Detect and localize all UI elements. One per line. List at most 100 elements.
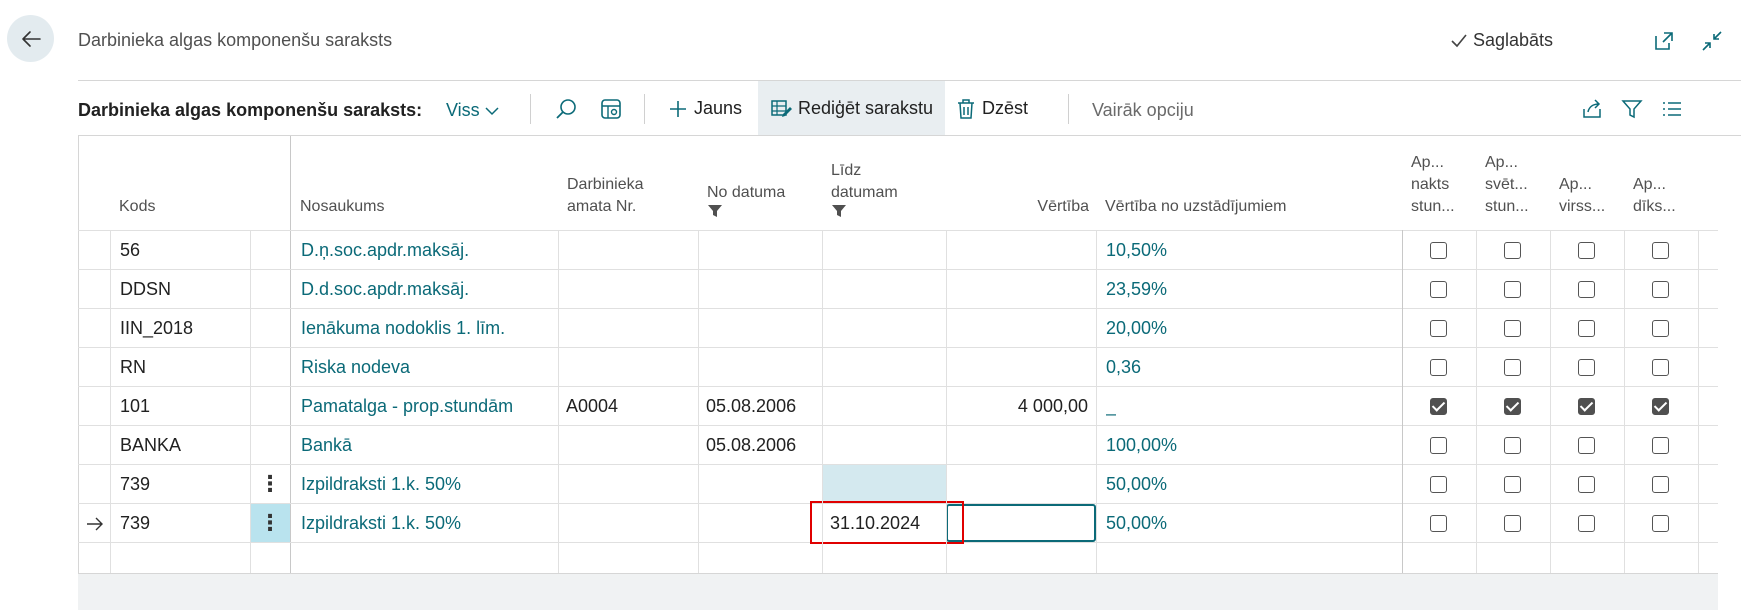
cell-nosaukums[interactable]: Izpildraksti 1.k. 50% (301, 465, 461, 503)
checkbox-ap-nakts[interactable] (1430, 437, 1447, 454)
table-row[interactable]: DDSN D.d.soc.apdr.maksāj. 23,59% (78, 269, 1718, 308)
cell-nosaukums[interactable]: D.ņ.soc.apdr.maksāj. (301, 231, 469, 269)
cell-vertiba-no[interactable]: 23,59% (1106, 270, 1167, 308)
delete-button[interactable]: Dzēst (944, 81, 1040, 136)
new-button-label: Jauns (694, 98, 743, 118)
checkbox-ap-svet[interactable] (1504, 476, 1521, 493)
checkbox-ap-diks[interactable] (1652, 242, 1669, 259)
checkbox-ap-svet[interactable] (1504, 398, 1521, 415)
cell-kods[interactable]: 56 (120, 231, 140, 269)
checkbox-ap-nakts[interactable] (1430, 242, 1447, 259)
column-header-nosaukums[interactable]: Nosaukums (292, 136, 557, 230)
checkbox-ap-nakts[interactable] (1430, 320, 1447, 337)
column-header-ap-svet[interactable]: Ap... svēt... stun... (1477, 136, 1551, 230)
cell-kods[interactable]: 739 (120, 504, 150, 542)
checkbox-ap-virss[interactable] (1578, 281, 1595, 298)
checkbox-ap-virss[interactable] (1578, 320, 1595, 337)
delete-label: Dzēst (982, 98, 1029, 118)
checkbox-ap-diks[interactable] (1652, 437, 1669, 454)
cell-vertiba-no[interactable]: 0,36 (1106, 348, 1141, 386)
checkbox-ap-svet[interactable] (1504, 359, 1521, 376)
checkbox-ap-diks[interactable] (1652, 359, 1669, 376)
checkbox-ap-nakts[interactable] (1430, 398, 1447, 415)
checkbox-ap-svet[interactable] (1504, 242, 1521, 259)
column-header-no-datuma[interactable]: No datuma (699, 136, 823, 230)
column-header-kods[interactable]: Kods (111, 136, 237, 230)
checkbox-ap-diks[interactable] (1652, 515, 1669, 532)
share-icon[interactable] (1578, 95, 1606, 123)
checkbox-ap-diks[interactable] (1652, 476, 1669, 493)
collapse-icon[interactable] (1699, 28, 1725, 54)
checkbox-ap-svet[interactable] (1504, 281, 1521, 298)
checkbox-ap-virss[interactable] (1578, 476, 1595, 493)
cell-vertiba-input[interactable] (946, 504, 1096, 542)
checkbox-ap-diks[interactable] (1652, 398, 1669, 415)
column-header-ap-virss[interactable]: Ap... virss... (1551, 136, 1625, 230)
row-actions-button[interactable]: ⋮ (250, 504, 290, 542)
more-options-button[interactable]: Vairāk opciju (1092, 100, 1194, 121)
cell-nosaukums[interactable]: Riska nodeva (301, 348, 410, 386)
grid-header: Kods Nosaukums Darbinieka amata Nr. No da… (78, 136, 1718, 230)
list-view-icon[interactable] (1658, 95, 1686, 123)
checkbox-ap-nakts[interactable] (1430, 476, 1447, 493)
cell-vertiba-no[interactable]: _ (1106, 387, 1116, 425)
edit-list-button[interactable]: Rediģēt sarakstu (758, 81, 946, 136)
cell-amata[interactable]: A0004 (566, 387, 618, 425)
table-row[interactable]: BANKA Bankā 05.08.2006 100,00% (78, 425, 1718, 464)
table-row[interactable]: 56 D.ņ.soc.apdr.maksāj. 10,50% (78, 230, 1718, 269)
cell-nosaukums[interactable]: Pamatalga - prop.stundām (301, 387, 513, 425)
cell-nosaukums[interactable]: Izpildraksti 1.k. 50% (301, 504, 461, 542)
column-header-amata[interactable]: Darbinieka amata Nr. (559, 136, 699, 230)
layout-icon[interactable] (597, 95, 625, 123)
table-row[interactable]: RN Riska nodeva 0,36 (78, 347, 1718, 386)
checkbox-ap-diks[interactable] (1652, 320, 1669, 337)
table-row[interactable]: IIN_2018 Ienākuma nodoklis 1. līm. 20,00… (78, 308, 1718, 347)
cell-vertiba-no[interactable]: 50,00% (1106, 504, 1167, 542)
filter-icon[interactable] (1618, 95, 1646, 123)
new-button[interactable]: Jauns (656, 81, 754, 136)
cell-vertiba-no[interactable]: 10,50% (1106, 231, 1167, 269)
checkbox-ap-svet[interactable] (1504, 515, 1521, 532)
current-row-arrow-icon (86, 504, 106, 542)
view-selector[interactable]: Viss (446, 100, 500, 121)
cell-no-datuma[interactable]: 05.08.2006 (706, 426, 796, 464)
checkbox-ap-nakts[interactable] (1430, 359, 1447, 376)
checkbox-ap-virss[interactable] (1578, 398, 1595, 415)
cell-kods[interactable]: IIN_2018 (120, 309, 193, 347)
column-header-lidz-datumam[interactable]: Līdz datumam (823, 136, 947, 230)
cell-vertiba-no[interactable]: 100,00% (1106, 426, 1177, 464)
open-new-window-icon[interactable] (1651, 28, 1677, 54)
checkbox-ap-svet[interactable] (1504, 320, 1521, 337)
cell-kods[interactable]: 101 (120, 387, 150, 425)
cell-kods[interactable]: 739 (120, 465, 150, 503)
cell-nosaukums[interactable]: Ienākuma nodoklis 1. līm. (301, 309, 505, 347)
table-row[interactable]: 739 ⋮ Izpildraksti 1.k. 50% 50,00% (78, 464, 1718, 503)
checkbox-ap-nakts[interactable] (1430, 281, 1447, 298)
cell-nosaukums[interactable]: Bankā (301, 426, 352, 464)
cell-vertiba-no[interactable]: 20,00% (1106, 309, 1167, 347)
checkbox-ap-virss[interactable] (1578, 515, 1595, 532)
cell-kods[interactable]: RN (120, 348, 146, 386)
row-actions-button[interactable]: ⋮ (250, 465, 290, 503)
column-header-vertiba[interactable]: Vērtība (947, 136, 1097, 230)
search-icon[interactable] (552, 95, 580, 123)
cell-nosaukums[interactable]: D.d.soc.apdr.maksāj. (301, 270, 469, 308)
checkbox-ap-diks[interactable] (1652, 281, 1669, 298)
checkbox-ap-virss[interactable] (1578, 359, 1595, 376)
cell-vertiba-no[interactable]: 50,00% (1106, 465, 1167, 503)
column-header-vertiba-no-uzstadijumiem[interactable]: Vērtība no uzstādījumiem (1097, 136, 1403, 230)
cell-vertiba[interactable]: 4 000,00 (946, 387, 1088, 425)
checkbox-ap-virss[interactable] (1578, 242, 1595, 259)
back-button[interactable] (7, 15, 54, 62)
edit-list-label: Rediģēt sarakstu (798, 98, 934, 118)
cell-no-datuma[interactable]: 05.08.2006 (706, 387, 796, 425)
table-row[interactable]: 101 Pamatalga - prop.stundām A0004 05.08… (78, 386, 1718, 425)
grid-footer (78, 573, 1718, 610)
checkbox-ap-virss[interactable] (1578, 437, 1595, 454)
cell-kods[interactable]: BANKA (120, 426, 181, 464)
cell-kods[interactable]: DDSN (120, 270, 171, 308)
column-header-ap-diks[interactable]: Ap... dīks... (1625, 136, 1699, 230)
checkbox-ap-nakts[interactable] (1430, 515, 1447, 532)
column-header-ap-nakts[interactable]: Ap... nakts stun... (1403, 136, 1477, 230)
checkbox-ap-svet[interactable] (1504, 437, 1521, 454)
